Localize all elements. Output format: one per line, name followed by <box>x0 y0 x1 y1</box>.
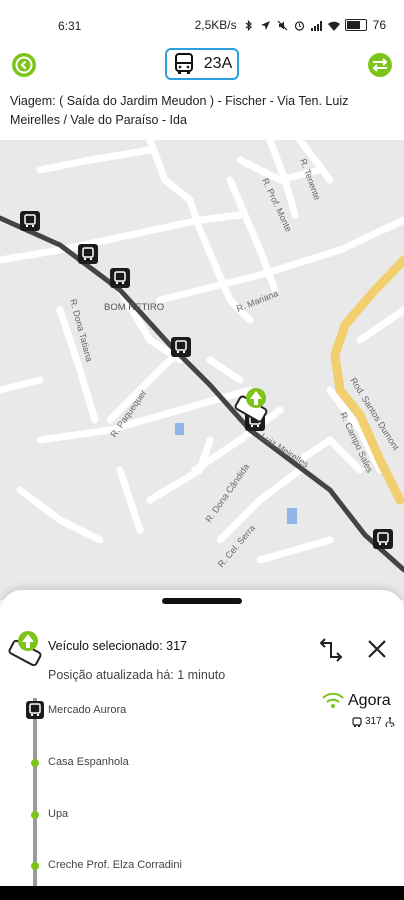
arrival-estimate: Agora <box>322 692 391 710</box>
top-bar: 23A <box>0 44 404 86</box>
live-signal-icon <box>322 693 344 708</box>
bus-icon <box>174 53 193 74</box>
street-label: R. Mariana <box>235 288 280 314</box>
reroute-icon <box>319 638 343 662</box>
bus-position-icon <box>26 701 44 719</box>
bus-icon <box>352 716 362 727</box>
bus-stop-icon[interactable] <box>20 211 40 231</box>
wifi-icon <box>327 20 340 31</box>
position-updated-text: Posição atualizada há: 1 minuto <box>48 668 226 682</box>
trip-description: Viagem: ( Saída do Jardim Meudon ) - Fis… <box>10 94 349 127</box>
street-label: R. Cel. Serra <box>216 523 257 569</box>
stop-item[interactable]: Mercado Aurora <box>48 704 126 716</box>
location-icon <box>260 20 271 31</box>
swap-arrows-icon <box>372 58 388 72</box>
bus-stop-icon[interactable] <box>78 244 98 264</box>
vehicle-icon <box>8 630 44 667</box>
back-arrow-icon <box>15 56 33 74</box>
system-nav-bar <box>0 886 404 900</box>
arrival-label: Agora <box>348 692 391 709</box>
street-label: Luiz Meirelles <box>259 431 311 470</box>
signal-icon <box>310 20 322 31</box>
switch-direction-button[interactable] <box>368 53 392 77</box>
stop-item[interactable]: Creche Prof. Elza Corradini <box>48 859 182 871</box>
share-button[interactable] <box>314 632 348 666</box>
stop-dot <box>31 759 39 767</box>
bus-stop-icon[interactable] <box>373 529 393 549</box>
status-bar: 6:31 2,5KB/s 76 <box>0 0 404 44</box>
network-speed: 2,5KB/s <box>194 18 237 32</box>
sheet-drag-handle[interactable] <box>162 598 242 604</box>
bus-stop-icon[interactable] <box>171 337 191 357</box>
arrival-vehicle-number: 317 <box>365 716 382 727</box>
vehicle-title: Veículo selecionado: 317 <box>48 639 187 653</box>
wheelchair-icon <box>385 716 395 727</box>
route-selector[interactable]: 23A <box>165 48 239 80</box>
close-icon <box>368 640 386 658</box>
stop-dot <box>31 811 39 819</box>
close-button[interactable] <box>360 632 394 666</box>
place-label: BOM RETIRO <box>104 302 164 313</box>
map-canvas: R. Tenente R. Prof. Monte R. Dona Tatian… <box>0 140 404 573</box>
alarm-icon <box>294 20 305 31</box>
mute-icon <box>277 20 288 31</box>
bus-stop-icon[interactable] <box>110 268 130 288</box>
battery-icon <box>344 19 367 31</box>
stop-dot <box>31 862 39 870</box>
status-time: 6:31 <box>58 19 82 33</box>
back-button[interactable] <box>12 53 36 77</box>
map-view[interactable]: R. Tenente R. Prof. Monte R. Dona Tatian… <box>0 140 404 600</box>
vehicle-bottom-sheet: Veículo selecionado: 317 Posição atualiz… <box>0 590 404 894</box>
arrival-vehicle-info: 317 <box>352 716 395 727</box>
bluetooth-icon <box>243 19 254 31</box>
stop-item[interactable]: Casa Espanhola <box>48 756 129 768</box>
stop-item[interactable]: Upa <box>48 808 68 820</box>
battery-level: 76 <box>372 18 386 32</box>
route-number: 23A <box>203 55 233 72</box>
